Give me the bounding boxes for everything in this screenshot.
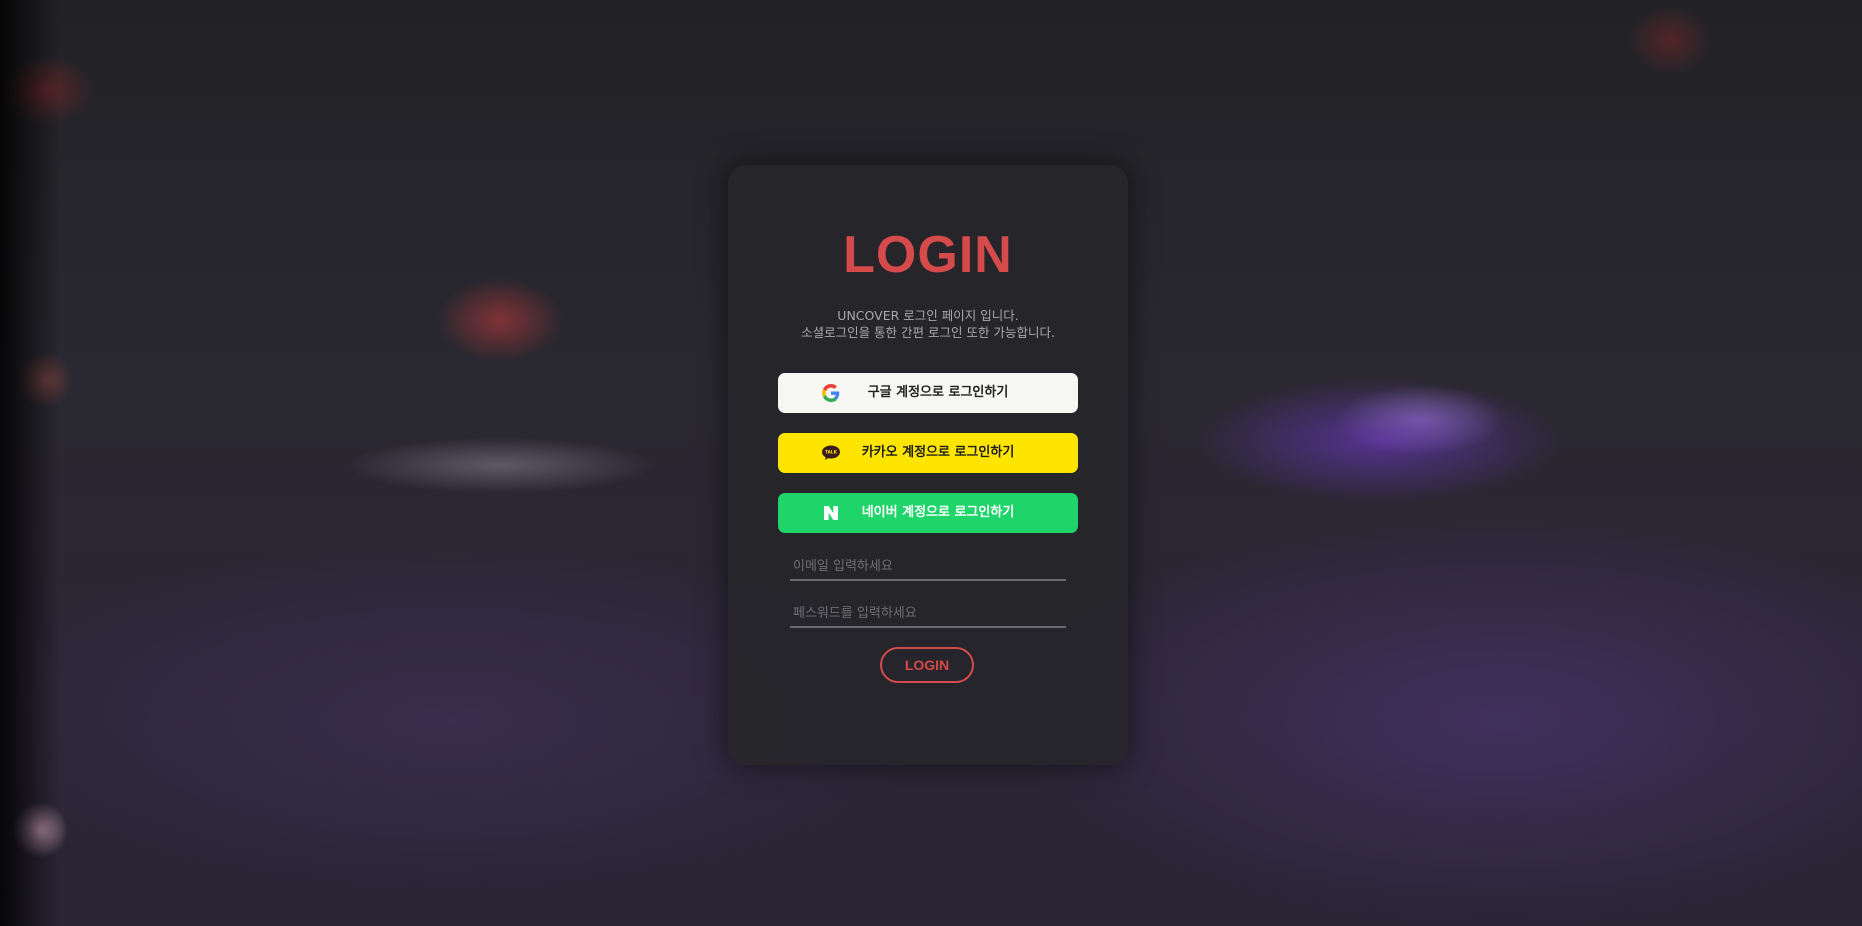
description-line-1: UNCOVER 로그인 페이지 입니다. xyxy=(837,308,1019,323)
email-input[interactable] xyxy=(790,553,1066,581)
description-line-2: 소셜로그인을 통한 간편 로그인 또한 가능합니다. xyxy=(801,325,1055,340)
kakao-login-label: 카카오 계정으로 로그인하기 xyxy=(861,445,1015,460)
background-shade xyxy=(0,0,60,926)
naver-login-label: 네이버 계정으로 로그인하기 xyxy=(861,505,1015,520)
login-card: LOGIN UNCOVER 로그인 페이지 입니다. 소셜로그인을 통한 간편 … xyxy=(728,165,1128,765)
password-input[interactable] xyxy=(790,600,1066,628)
naver-login-button[interactable]: 네이버 계정으로 로그인하기 xyxy=(778,493,1078,533)
login-button[interactable]: LOGIN xyxy=(880,647,974,683)
page-title: LOGIN xyxy=(843,226,1013,284)
kakao-login-button[interactable]: TALK 카카오 계정으로 로그인하기 xyxy=(778,433,1078,473)
google-login-button[interactable]: 구글 계정으로 로그인하기 xyxy=(778,373,1078,413)
login-description: UNCOVER 로그인 페이지 입니다. 소셜로그인을 통한 간편 로그인 또한… xyxy=(728,307,1128,341)
google-login-label: 구글 계정으로 로그인하기 xyxy=(867,385,1009,400)
